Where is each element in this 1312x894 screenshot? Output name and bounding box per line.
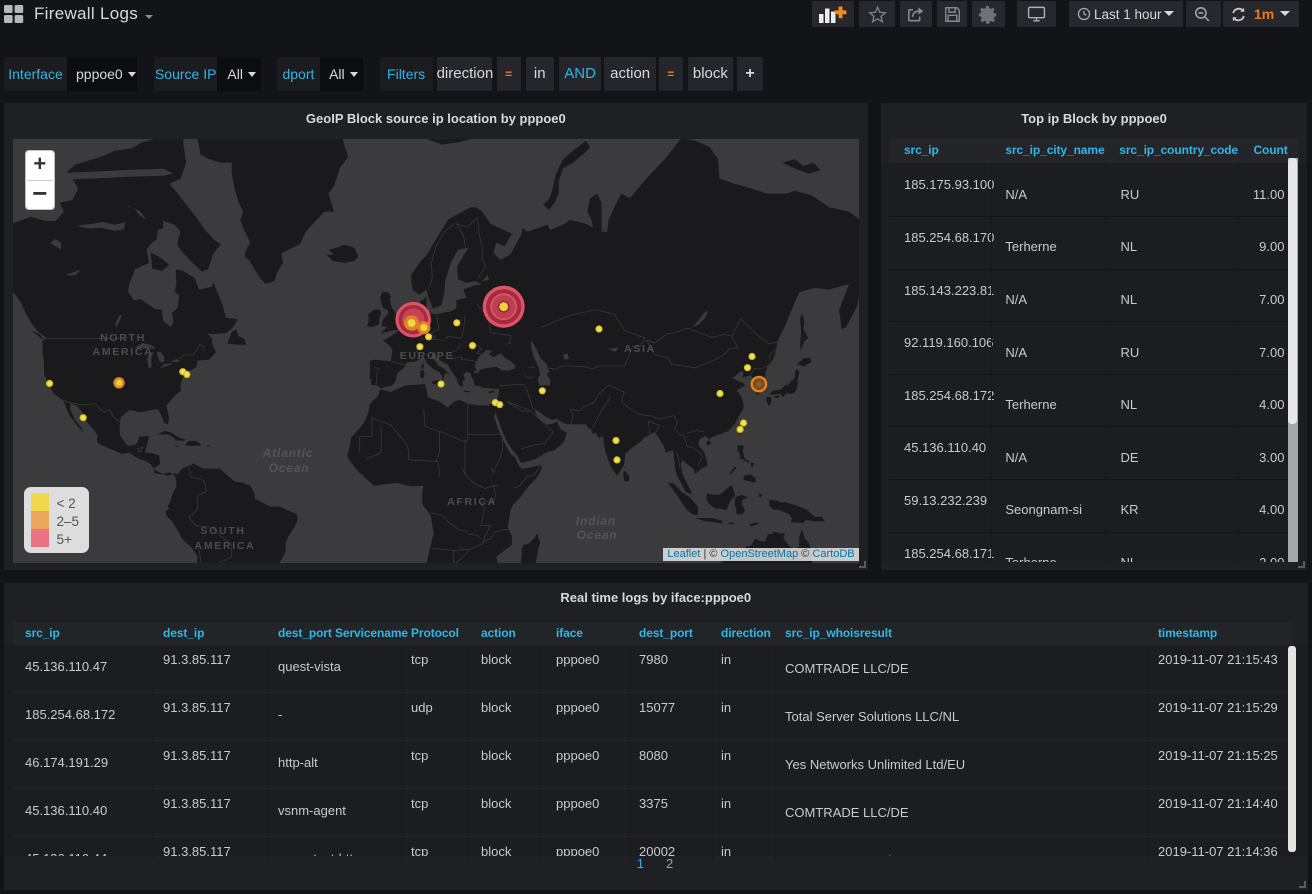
svg-text:Atlantic: Atlantic: [262, 446, 313, 460]
svg-text:Indian: Indian: [576, 514, 616, 528]
svg-text:AMERICA: AMERICA: [93, 346, 154, 358]
svg-text:SOUTH: SOUTH: [200, 525, 245, 537]
svg-text:AFRICA: AFRICA: [447, 496, 497, 508]
svg-text:EUROPE: EUROPE: [400, 350, 455, 362]
svg-text:ASIA: ASIA: [624, 343, 656, 355]
svg-text:Ocean: Ocean: [577, 528, 618, 542]
svg-text:NORTH: NORTH: [100, 332, 146, 344]
svg-text:AMERICA: AMERICA: [195, 540, 256, 552]
svg-text:Ocean: Ocean: [269, 461, 310, 475]
